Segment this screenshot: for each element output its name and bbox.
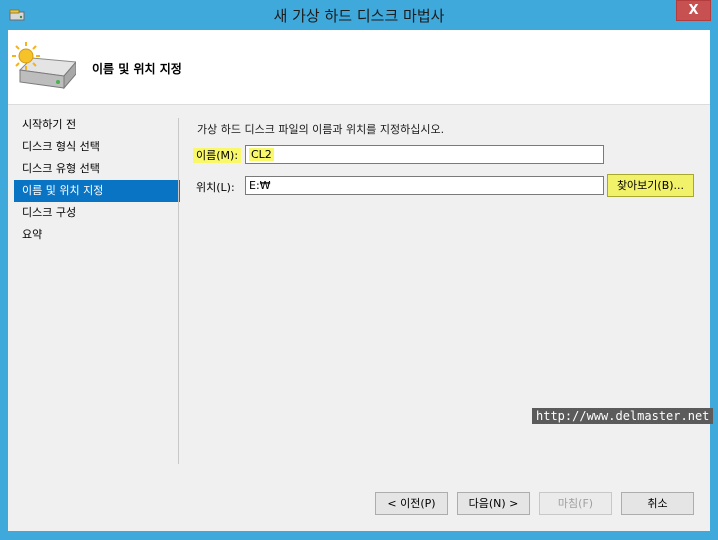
name-label: 이름(M): — [193, 148, 242, 163]
close-button[interactable]: X — [676, 0, 711, 21]
location-label: 위치(L): — [196, 181, 235, 194]
hard-disk-icon — [12, 42, 76, 90]
window-title: 새 가상 하드 디스크 마법사 — [273, 7, 445, 25]
finish-button[interactable]: 마침(F) — [539, 492, 612, 515]
next-button[interactable]: 다음(N) > — [457, 492, 530, 515]
browse-button[interactable]: 찾아보기(B)... — [607, 174, 694, 197]
step-choose-disk-type[interactable]: 디스크 유형 선택 — [14, 158, 180, 180]
name-value: CL2 — [249, 148, 274, 161]
instruction-text: 가상 하드 디스크 파일의 이름과 위치를 지정하십시오. — [197, 123, 445, 136]
window-bottom-border — [0, 531, 718, 540]
divider — [178, 118, 179, 464]
wizard-window: 새 가상 하드 디스크 마법사 X 이름 및 위치 지정 시작하기 전 디스크 … — [0, 0, 718, 540]
name-field[interactable]: CL2 — [245, 145, 604, 164]
cancel-button[interactable]: 취소 — [621, 492, 694, 515]
page-title: 이름 및 위치 지정 — [92, 62, 182, 76]
wizard-steps: 시작하기 전 디스크 형식 선택 디스크 유형 선택 이름 및 위치 지정 디스… — [14, 114, 180, 246]
location-field[interactable]: E:₩ — [245, 176, 604, 195]
title-bar[interactable]: 새 가상 하드 디스크 마법사 X — [0, 0, 718, 30]
watermark-text: http://www.delmaster.net — [532, 408, 714, 424]
step-summary[interactable]: 요약 — [14, 224, 180, 246]
step-choose-disk-format[interactable]: 디스크 형식 선택 — [14, 136, 180, 158]
previous-button[interactable]: < 이전(P) — [375, 492, 448, 515]
client-area: 이름 및 위치 지정 시작하기 전 디스크 형식 선택 디스크 유형 선택 이름… — [8, 30, 714, 531]
step-configure-disk[interactable]: 디스크 구성 — [14, 202, 180, 224]
step-before-you-begin[interactable]: 시작하기 전 — [14, 114, 180, 136]
name-label-wrap: 이름(M): — [193, 147, 242, 163]
step-specify-name-location[interactable]: 이름 및 위치 지정 — [14, 180, 180, 202]
wizard-header: 이름 및 위치 지정 — [8, 30, 710, 105]
